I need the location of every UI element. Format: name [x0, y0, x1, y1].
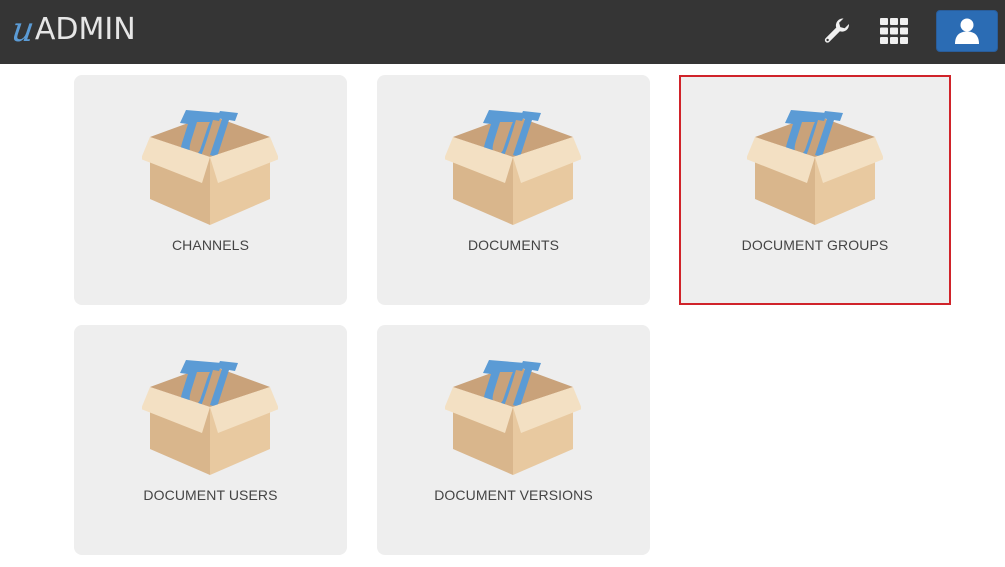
card-label: DOCUMENT GROUPS — [741, 237, 889, 253]
card-label: DOCUMENT VERSIONS — [434, 487, 593, 503]
card-label: DOCUMENT USERS — [143, 487, 278, 503]
box-icon — [747, 110, 883, 225]
apps-grid-icon[interactable] — [877, 14, 911, 48]
box-icon — [445, 110, 581, 225]
app-logo[interactable]: u ADMIN — [9, 10, 136, 50]
box-icon — [142, 360, 278, 475]
top-navbar: u ADMIN — [0, 0, 1005, 64]
card-label: CHANNELS — [171, 237, 250, 253]
box-icon — [445, 360, 581, 475]
module-card-documents[interactable]: DOCUMENTS — [377, 75, 650, 305]
module-card-document-users[interactable]: DOCUMENT USERS — [74, 325, 347, 555]
logo-letter: u — [9, 10, 37, 50]
module-card-document-groups[interactable]: DOCUMENT GROUPS — [679, 75, 951, 305]
logo-text: ADMIN — [34, 12, 136, 47]
card-label: DOCUMENTS — [467, 237, 560, 253]
module-card-document-versions[interactable]: DOCUMENT VERSIONS — [377, 325, 650, 555]
wrench-icon[interactable] — [820, 14, 854, 48]
box-icon — [142, 110, 278, 225]
module-card-channels[interactable]: CHANNELS — [74, 75, 347, 305]
user-icon — [955, 18, 979, 44]
user-menu-button[interactable] — [936, 10, 998, 52]
